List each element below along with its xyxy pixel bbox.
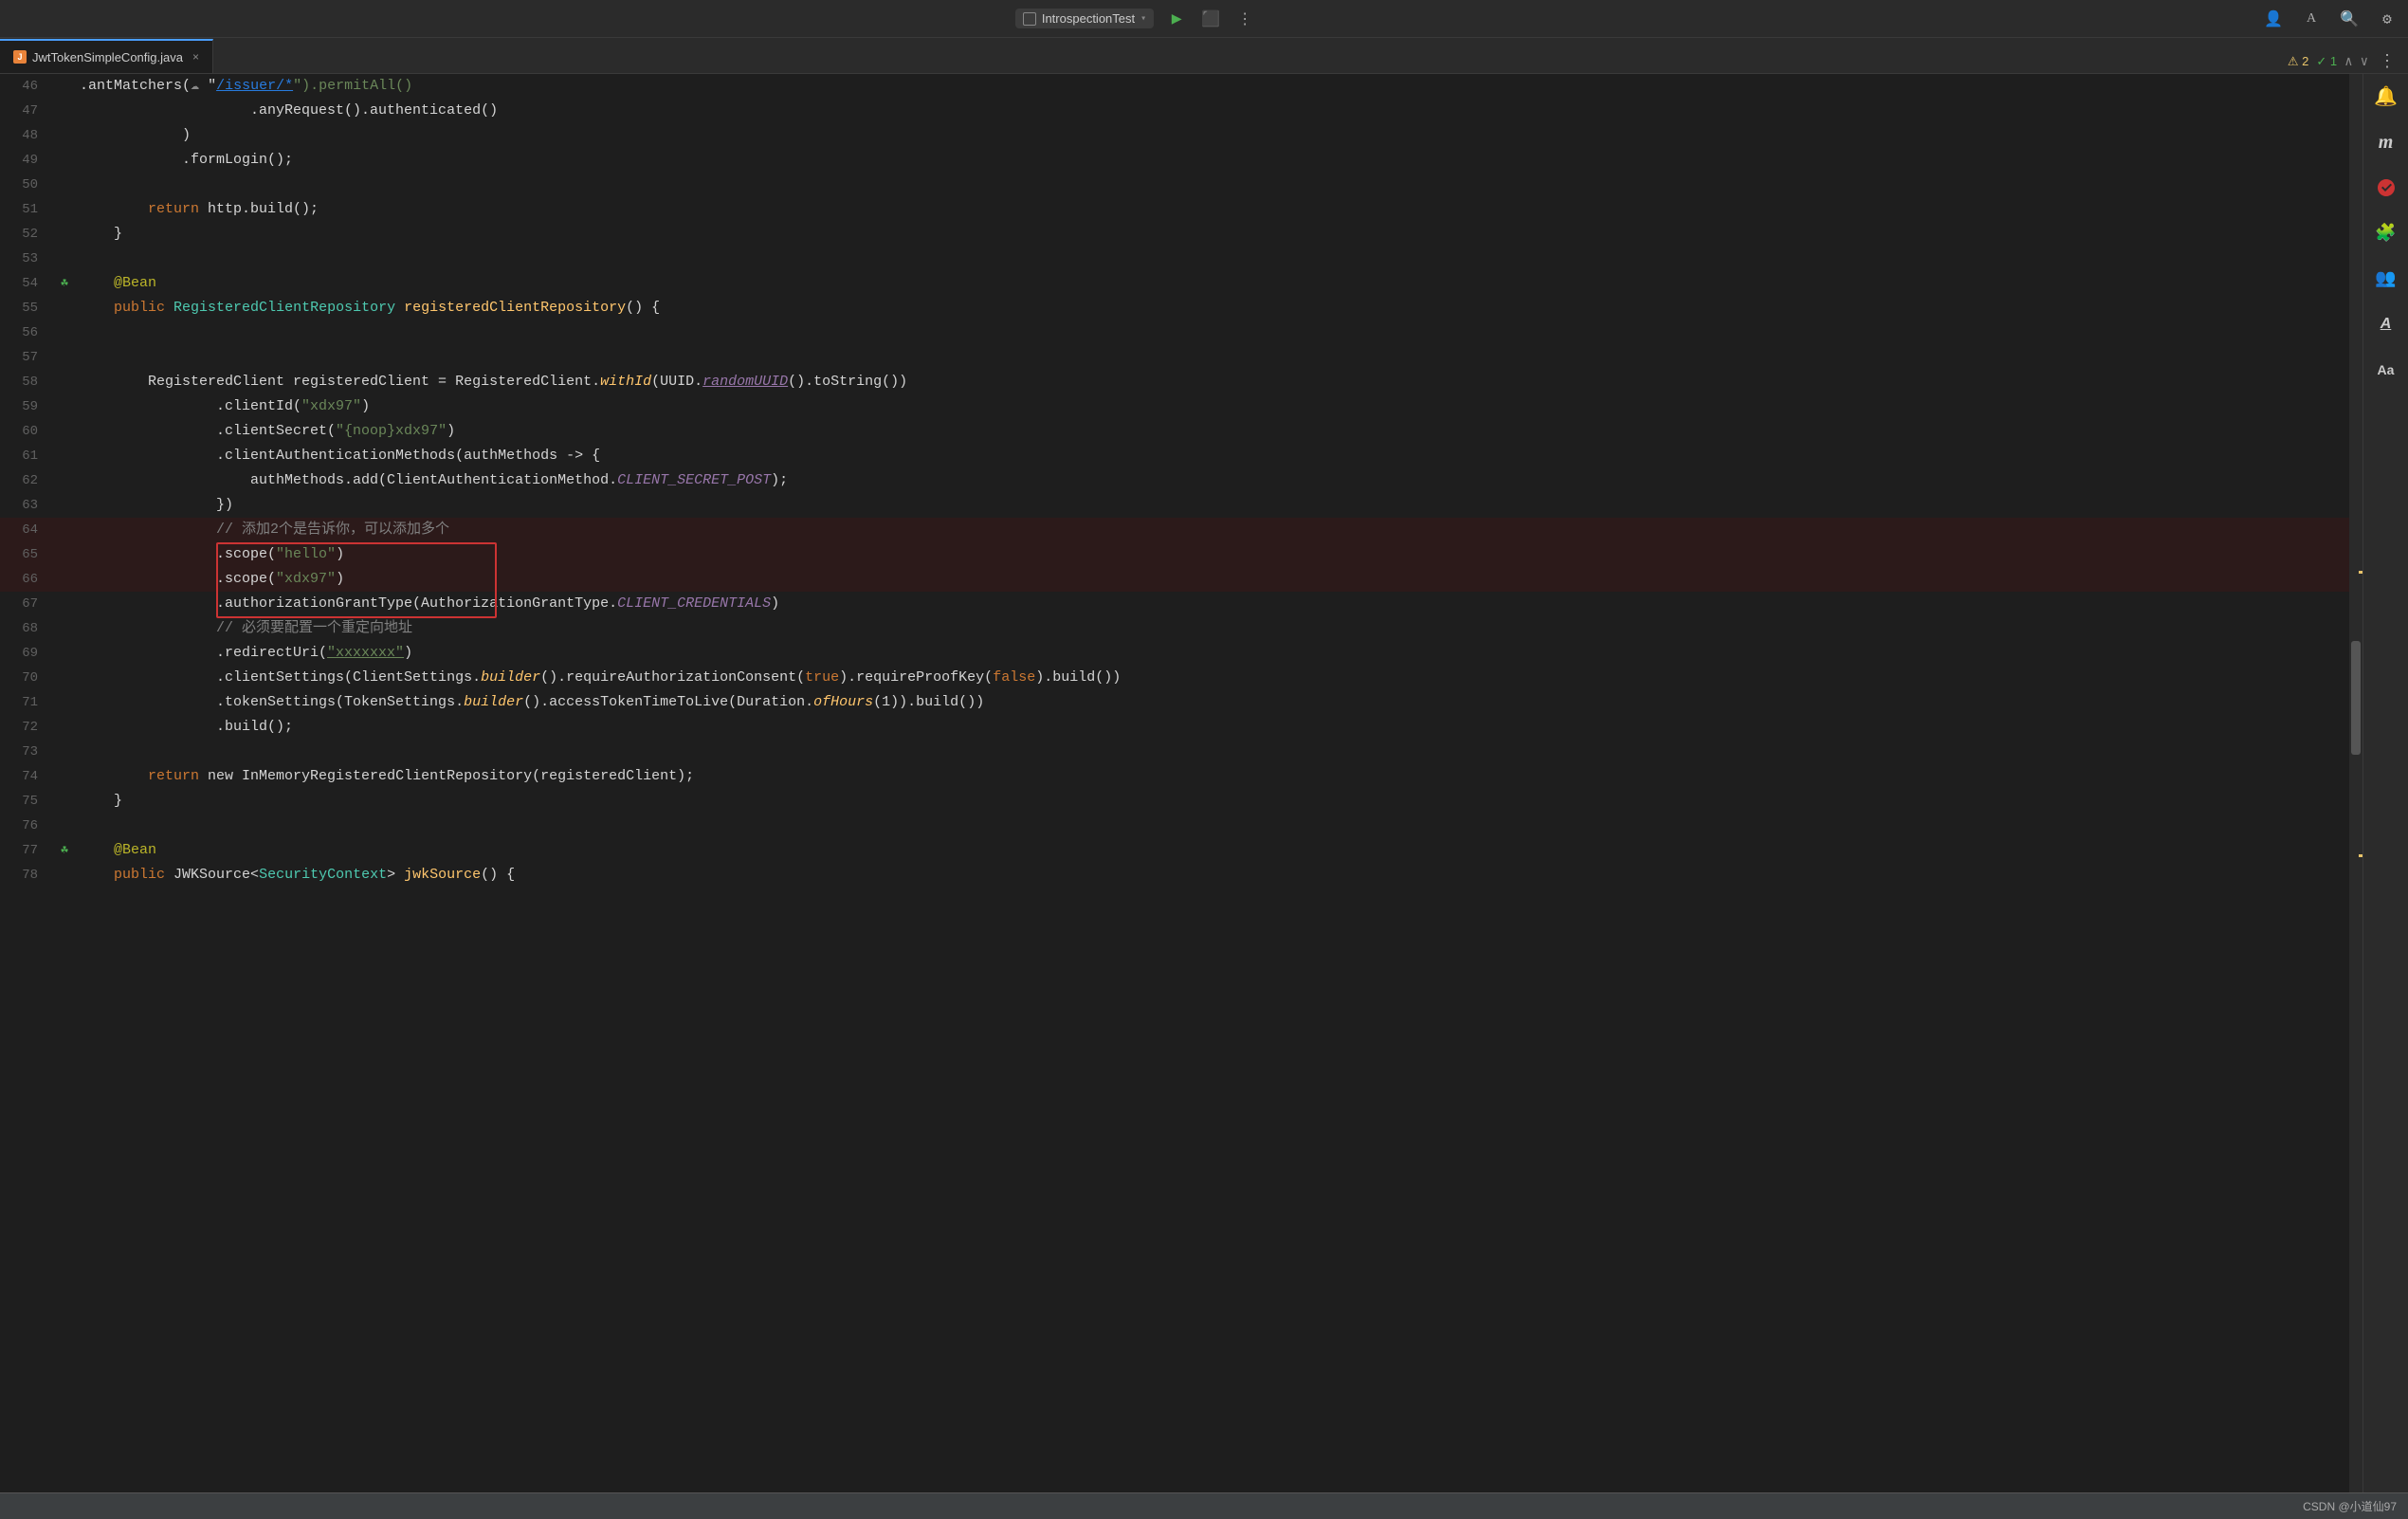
tab-close-button[interactable]: × <box>192 50 199 64</box>
profile-icon[interactable]: 👤 <box>2262 8 2285 30</box>
tab-more-icon[interactable]: ⋮ <box>2376 50 2399 73</box>
run-config-icon <box>1023 12 1036 26</box>
scrollbar[interactable] <box>2349 74 2362 1492</box>
code-line-73: 73 <box>0 740 2349 764</box>
bean-marker-77: ☘ <box>61 838 68 863</box>
status-text: CSDN @小道仙97 <box>2303 1498 2397 1514</box>
code-line-58: 58 RegisteredClient registeredClient = R… <box>0 370 2349 394</box>
code-line-56: 56 <box>0 320 2349 345</box>
code-line-72: 72 .build(); <box>0 715 2349 740</box>
run-config-label: IntrospectionTest <box>1042 11 1135 26</box>
code-line-71: 71 .tokenSettings(TokenSettings.builder(… <box>0 690 2349 715</box>
top-bar-center: IntrospectionTest ▾ ▶ ⬛ ⋮ <box>1015 8 1256 30</box>
code-lines: 46 .antMatchers(☁ "/issuer/*").permitAll… <box>0 74 2349 888</box>
spring-icon[interactable] <box>2371 173 2401 203</box>
code-line-62: 62 authMethods.add(ClientAuthenticationM… <box>0 468 2349 493</box>
code-line-47: 47 .anyRequest().authenticated() <box>0 99 2349 123</box>
code-line-46: 46 .antMatchers(☁ "/issuer/*").permitAll… <box>0 74 2349 99</box>
top-bar: IntrospectionTest ▾ ▶ ⬛ ⋮ 👤 A 🔍 ⚙ <box>0 0 2408 38</box>
code-line-61: 61 .clientAuthenticationMethods(authMeth… <box>0 444 2349 468</box>
ok-count: ✓ 1 <box>2316 54 2337 69</box>
code-line-66: 66 .scope("xdx97") <box>0 567 2349 592</box>
code-line-48: 48 ) <box>0 123 2349 148</box>
more-run-options[interactable]: ⋮ <box>1233 8 1256 30</box>
search-icon[interactable]: 🔍 <box>2338 8 2361 30</box>
run-button[interactable]: ▶ <box>1165 8 1188 30</box>
chevron-down-icon: ▾ <box>1140 13 1146 25</box>
code-content: 46 .antMatchers(☁ "/issuer/*").permitAll… <box>0 74 2349 1492</box>
code-line-65: 65 .scope("hello") <box>0 542 2349 567</box>
code-line-52: 52 } <box>0 222 2349 247</box>
code-line-70: 70 .clientSettings(ClientSettings.builde… <box>0 666 2349 690</box>
debug-button[interactable]: ⬛ <box>1199 8 1222 30</box>
spellcheck-icon[interactable]: Aa <box>2371 355 2401 385</box>
code-line-54: 54 ☘ @Bean <box>0 271 2349 296</box>
code-line-78: 78 public JWKSource<SecurityContext> jwk… <box>0 863 2349 888</box>
font-translate-icon[interactable]: A <box>2371 309 2401 339</box>
tab-bar-actions: ⚠ 2 ✓ 1 ∧ ∨ ⋮ <box>2288 50 2408 73</box>
code-line-60: 60 .clientSecret("{noop}xdx97") <box>0 419 2349 444</box>
warning-count: ⚠ 2 <box>2288 54 2309 69</box>
top-bar-icons: 👤 A 🔍 ⚙ <box>2262 8 2399 30</box>
code-line-69: 69 .redirectUri("xxxxxxx") <box>0 641 2349 666</box>
code-line-75: 75 } <box>0 789 2349 814</box>
code-line-57: 57 <box>0 345 2349 370</box>
file-tab[interactable]: J JwtTokenSimpleConfig.java × <box>0 39 213 73</box>
puzzle-icon[interactable]: 🧩 <box>2371 218 2401 248</box>
scrollbar-thumb[interactable] <box>2351 641 2361 755</box>
tab-filename: JwtTokenSimpleConfig.java <box>32 50 183 64</box>
bean-marker-54: ☘ <box>61 271 68 296</box>
code-line-64: 64 // 添加2个是告诉你，可以添加多个 <box>0 518 2349 542</box>
code-line-51: 51 return http.build(); <box>0 197 2349 222</box>
right-toolbar: 🔔 m 🧩 👥 A Aa <box>2362 74 2408 1492</box>
code-line-68: 68 // 必须要配置一个重定向地址 <box>0 616 2349 641</box>
database-icon[interactable]: m <box>2371 127 2401 157</box>
code-line-76: 76 <box>0 814 2349 838</box>
collapse-warnings-icon[interactable]: ∨ <box>2361 54 2368 70</box>
code-line-53: 53 <box>0 247 2349 271</box>
code-line-63: 63 }) <box>0 493 2349 518</box>
java-file-icon: J <box>13 50 27 64</box>
code-editor[interactable]: 46 .antMatchers(☁ "/issuer/*").permitAll… <box>0 74 2362 1492</box>
warning-marker-1 <box>2359 571 2362 574</box>
copilot-icon[interactable]: 👥 <box>2371 264 2401 294</box>
expand-warnings-icon[interactable]: ∧ <box>2344 54 2352 70</box>
code-line-77: 77 ☘ @Bean <box>0 838 2349 863</box>
status-bar: CSDN @小道仙97 <box>0 1492 2408 1519</box>
code-line-55: 55 public RegisteredClientRepository reg… <box>0 296 2349 320</box>
code-line-67: 67 .authorizationGrantType(Authorization… <box>0 592 2349 616</box>
font-size-icon[interactable]: A <box>2300 8 2323 30</box>
main-content: 46 .antMatchers(☁ "/issuer/*").permitAll… <box>0 74 2408 1492</box>
code-line-50: 50 <box>0 173 2349 197</box>
tab-bar: J JwtTokenSimpleConfig.java × ⚠ 2 ✓ 1 ∧ … <box>0 38 2408 74</box>
run-config[interactable]: IntrospectionTest ▾ <box>1015 9 1154 28</box>
code-line-74: 74 return new InMemoryRegisteredClientRe… <box>0 764 2349 789</box>
settings-icon[interactable]: ⚙ <box>2376 8 2399 30</box>
code-line-59: 59 .clientId("xdx97") <box>0 394 2349 419</box>
notifications-icon[interactable]: 🔔 <box>2371 82 2401 112</box>
warning-marker-2 <box>2359 854 2362 857</box>
code-line-49: 49 .formLogin(); <box>0 148 2349 173</box>
